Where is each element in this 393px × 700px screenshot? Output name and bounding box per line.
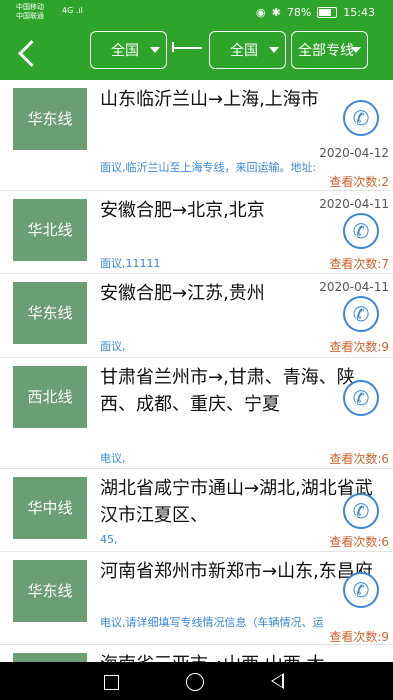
view-count: 查看次数:7 [329, 257, 389, 271]
list-item[interactable]: 华东线 安徽合肥→江苏,贵州 2020-04-11 ✆ 面议, 查看次数:9 [0, 274, 393, 358]
route-list: 华东线 山东临沂兰山→上海,上海市 2020-04-12 ✆ 面议,临沂兰山至上… [0, 80, 393, 662]
post-date: 2020-04-11 [319, 280, 389, 294]
carrier-info: 中国移动 中国联通 [16, 3, 44, 21]
from-region-select[interactable]: 全国 [90, 31, 167, 69]
post-date: 2020-04-12 [319, 146, 389, 160]
toolbar: 全国 全国 全部专线 [0, 28, 393, 80]
bluetooth-icon: ✱ [271, 6, 281, 19]
phone-call-button[interactable]: ✆ [343, 572, 379, 608]
list-item[interactable]: 海南省三亚市→山西,山西,太 [0, 645, 393, 662]
battery-percent: 78% [286, 6, 312, 19]
to-region-label: 全国 [230, 43, 258, 59]
phone-call-button[interactable]: ✆ [343, 100, 379, 136]
view-count: 查看次数:9 [329, 630, 389, 644]
signal-icon: 4G .ıl [62, 6, 83, 15]
line-badge: 华中线 [13, 477, 87, 539]
system-nav-bar [0, 662, 393, 700]
carrier-1: 中国移动 [16, 3, 44, 11]
line-badge: 华北线 [13, 199, 87, 261]
line-badge: 华东线 [13, 560, 87, 622]
phone-call-button[interactable]: ✆ [343, 296, 379, 332]
phone-call-button[interactable]: ✆ [343, 380, 379, 416]
route-title: 河南省郑州市新郑市→山东,东昌府 [100, 561, 373, 582]
carrier-2: 中国联通 [16, 12, 44, 20]
route-title: 山东临沂兰山→上海,上海市 [100, 89, 319, 110]
phone-call-button[interactable]: ✆ [343, 493, 379, 529]
route-connector [172, 42, 202, 52]
line-badge: 西北线 [13, 366, 87, 428]
chevron-down-icon [150, 47, 160, 53]
view-count: 查看次数:9 [329, 340, 389, 354]
from-region-label: 全国 [111, 43, 139, 59]
line-badge: 华东线 [13, 282, 87, 344]
route-title: 甘肃省兰州市→,甘肃、青海、陕西、成都、重庆、宁夏 [100, 367, 355, 415]
battery-icon [317, 7, 338, 18]
list-item[interactable]: 华东线 山东临沂兰山→上海,上海市 2020-04-12 ✆ 面议,临沂兰山至上… [0, 80, 393, 191]
status-bar: 中国移动 中国联通 4G .ıl ◉ ✱ 78% 15:43 [0, 0, 393, 28]
chevron-down-icon [351, 47, 361, 53]
eye-icon: ◉ [256, 6, 266, 19]
to-region-select[interactable]: 全国 [209, 31, 286, 69]
recent-apps-icon[interactable] [104, 675, 119, 690]
view-count: 查看次数:6 [329, 535, 389, 549]
line-badge [13, 653, 87, 662]
route-title: 湖北省咸宁市通山→湖北,湖北省武汉市江夏区、 [100, 478, 373, 526]
home-icon[interactable] [186, 673, 204, 691]
post-date: 2020-04-11 [319, 197, 389, 211]
list-item[interactable]: 华中线 湖北省咸宁市通山→湖北,湖北省武汉市江夏区、 ✆ 45, 查看次数:6 [0, 469, 393, 552]
list-item[interactable]: 华北线 安徽合肥→北京,北京 2020-04-11 ✆ 面议,11111 查看次… [0, 191, 393, 274]
line-filter-select[interactable]: 全部专线 [291, 31, 368, 69]
chevron-down-icon [269, 47, 279, 53]
view-count: 查看次数:2 [329, 175, 389, 189]
back-nav-icon[interactable] [271, 673, 284, 689]
list-item[interactable]: 华东线 河南省郑州市新郑市→山东,东昌府 ✆ 电议,请详细填写专线情况信息（车辆… [0, 552, 393, 645]
line-filter-label: 全部专线 [298, 43, 354, 59]
line-badge: 华东线 [13, 88, 87, 150]
route-title: 海南省三亚市→山西,山西,太 [100, 651, 376, 662]
clock-time: 15:43 [343, 6, 375, 19]
status-right: ◉ ✱ 78% 15:43 [256, 6, 375, 19]
phone-call-button[interactable]: ✆ [343, 213, 379, 249]
list-item[interactable]: 西北线 甘肃省兰州市→,甘肃、青海、陕西、成都、重庆、宁夏 ✆ 电议, 查看次数… [0, 358, 393, 469]
back-button[interactable] [14, 38, 44, 70]
view-count: 查看次数:6 [329, 452, 389, 466]
